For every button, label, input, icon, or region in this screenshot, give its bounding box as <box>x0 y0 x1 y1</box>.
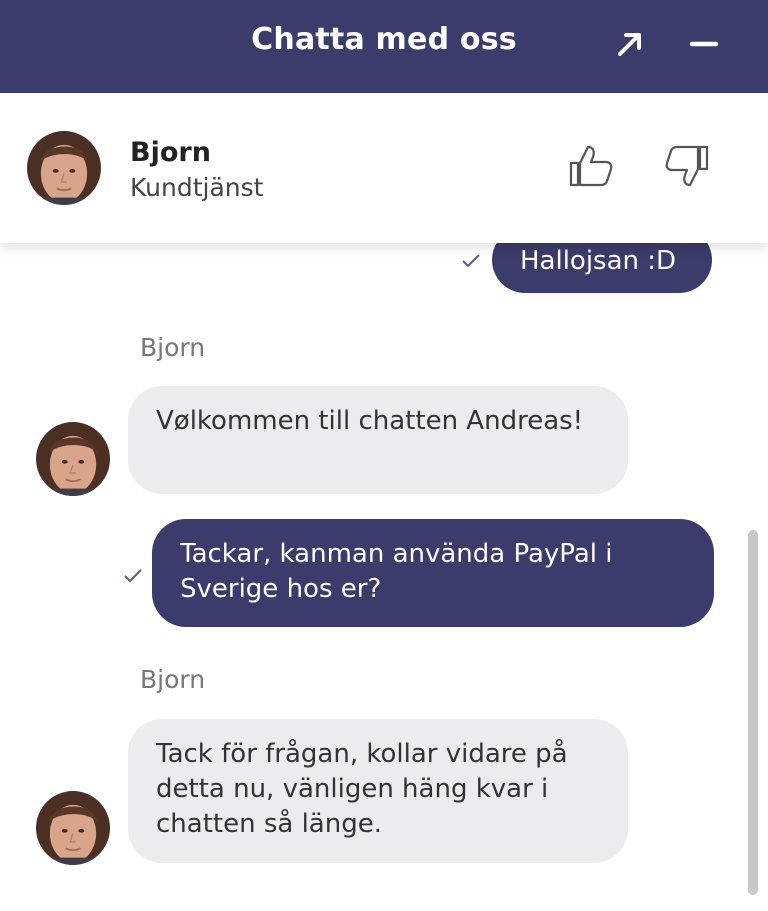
sender-label: Bjorn <box>140 333 206 362</box>
message-text: Tackar, kanman använda PayPal i Sverige … <box>180 539 613 604</box>
user-message-bubble: Hallojsan :D <box>492 243 712 293</box>
scrollbar-thumb[interactable] <box>748 530 758 895</box>
chat-header-bar: Chatta med oss <box>0 0 768 93</box>
message-text: Hallojsan :D <box>520 246 677 276</box>
agent-name: Bjorn <box>130 137 211 168</box>
scrollbar[interactable] <box>748 530 758 895</box>
sender-label: Bjorn <box>140 665 206 694</box>
agent-message-bubble: Tack för frågan, kollar vidare på detta … <box>128 719 628 863</box>
minus-icon[interactable] <box>686 26 722 62</box>
agent-header: Bjorn Kundtjänst <box>0 93 768 243</box>
agent-role: Kundtjänst <box>130 173 264 202</box>
arrow-up-right-icon[interactable] <box>612 26 648 62</box>
message-list[interactable]: Hallojsan :D Bjorn Vølkommen till chatte… <box>0 243 768 911</box>
message-text: Vølkommen till chatten Andreas! <box>156 406 584 436</box>
agent-message-bubble: Vølkommen till chatten Andreas! <box>128 386 628 494</box>
agent-message-avatar <box>36 791 110 865</box>
thumbs-down-icon[interactable] <box>662 141 712 191</box>
check-icon <box>124 569 142 583</box>
message-text: Tack för frågan, kollar vidare på detta … <box>156 739 568 839</box>
chat-title: Chatta med oss <box>251 22 517 57</box>
user-message-bubble: Tackar, kanman använda PayPal i Sverige … <box>152 519 714 627</box>
thumbs-up-icon[interactable] <box>566 141 616 191</box>
check-icon <box>462 254 480 268</box>
agent-message-avatar <box>36 422 110 496</box>
agent-avatar <box>27 131 101 205</box>
